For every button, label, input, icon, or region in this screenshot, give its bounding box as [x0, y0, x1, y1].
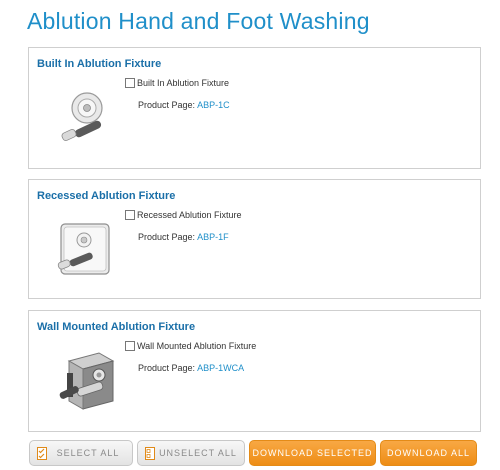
checkbox-label[interactable]: Built In Ablution Fixture: [137, 78, 229, 88]
download-selected-button[interactable]: DOWNLOAD SELECTED: [249, 440, 376, 466]
checkbox-label[interactable]: Wall Mounted Ablution Fixture: [137, 341, 256, 351]
product-card-recessed: Recessed Ablution Fixture Recessed Ablut…: [28, 179, 481, 299]
checkbox-label[interactable]: Recessed Ablution Fixture: [137, 210, 242, 220]
select-checkbox[interactable]: [125, 78, 135, 88]
product-page-line: Product Page: ABP-1WCA: [138, 363, 244, 373]
checkbox-row[interactable]: Wall Mounted Ablution Fixture: [125, 341, 256, 351]
checkbox-row[interactable]: Recessed Ablution Fixture: [125, 210, 242, 220]
product-card-title: Built In Ablution Fixture: [37, 58, 162, 70]
select-checkbox[interactable]: [125, 210, 135, 220]
checklist-icon: [37, 447, 47, 460]
select-checkbox[interactable]: [125, 341, 135, 351]
page-title: Ablution Hand and Foot Washing: [27, 8, 370, 34]
unselect-all-button[interactable]: UNSELECT ALL: [137, 440, 245, 466]
product-card-title: Wall Mounted Ablution Fixture: [37, 321, 196, 333]
wall-mounted-fixture-image: [47, 345, 123, 421]
download-all-button[interactable]: DOWNLOAD ALL: [380, 440, 477, 466]
product-card-built-in: Built In Ablution Fixture Built In Ablut…: [28, 47, 481, 169]
download-all-label[interactable]: DOWNLOAD ALL: [387, 448, 470, 458]
select-all-label[interactable]: SELECT ALL: [57, 448, 120, 458]
empty-checklist-icon: [145, 447, 155, 460]
product-page-line: Product Page: ABP-1C: [138, 100, 230, 110]
product-page-link[interactable]: ABP-1F: [197, 232, 229, 242]
product-page-link[interactable]: ABP-1WCA: [197, 363, 244, 373]
select-all-button[interactable]: SELECT ALL: [29, 440, 133, 466]
checkbox-row[interactable]: Built In Ablution Fixture: [125, 78, 229, 88]
product-card-wall-mounted: Wall Mounted Ablution Fixture Wall Mount…: [28, 310, 481, 432]
product-page-label: Product Page:: [138, 100, 196, 110]
product-page-link[interactable]: ABP-1C: [197, 100, 230, 110]
download-selected-label[interactable]: DOWNLOAD SELECTED: [252, 448, 372, 458]
built-in-fixture-image: [47, 82, 123, 158]
product-page-label: Product Page:: [138, 232, 196, 242]
unselect-all-label[interactable]: UNSELECT ALL: [159, 448, 237, 458]
product-page-label: Product Page:: [138, 363, 196, 373]
product-page-line: Product Page: ABP-1F: [138, 232, 229, 242]
recessed-fixture-image: [47, 214, 123, 290]
product-card-title: Recessed Ablution Fixture: [37, 190, 176, 202]
